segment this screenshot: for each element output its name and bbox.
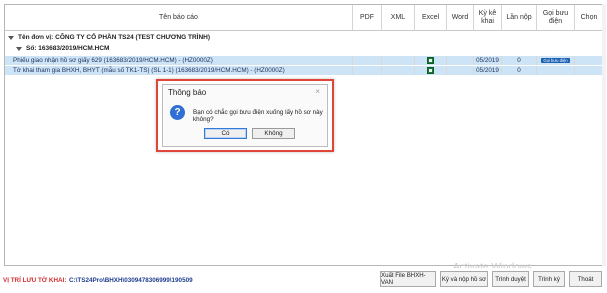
location-label: VỊ TRÍ LƯU TỜ KHAI:	[3, 277, 67, 284]
footer-bar: VỊ TRÍ LƯU TỜ KHAI: C:\TS24Pro\BHXH\0309…	[0, 268, 607, 293]
row-times: 0	[502, 66, 537, 75]
row-select[interactable]	[575, 66, 603, 75]
no-button[interactable]: Không	[252, 128, 295, 139]
sign-button[interactable]: Trình ký	[533, 271, 565, 287]
col-report-name[interactable]: Tên báo cáo	[5, 5, 353, 31]
col-pdf[interactable]: PDF	[353, 5, 382, 31]
group-company-label: Tên đơn vị: CÔNG TY CỔ PHẦN TS24 (TEST C…	[18, 34, 211, 41]
col-post[interactable]: Gọi bưu điện	[537, 5, 575, 31]
export-file-button[interactable]: Xuất File BHXH-VAN	[380, 271, 436, 287]
row-word	[447, 66, 474, 75]
row-report-name: Phiếu giao nhận hồ sơ giấy 629 (163683/2…	[5, 56, 353, 65]
exit-button[interactable]: Thoát	[569, 271, 602, 287]
dialog-message: Bạn có chắc gọi bưu điện xuống lấy hồ sơ…	[193, 109, 323, 123]
approve-button[interactable]: Trình duyệt	[492, 271, 529, 287]
col-word[interactable]: Word	[447, 5, 474, 31]
close-icon[interactable]: ×	[315, 87, 320, 96]
question-icon: ?	[170, 105, 185, 120]
dialog-title: Thông báo	[168, 88, 207, 97]
row-excel[interactable]	[415, 56, 447, 65]
post-call-button[interactable]: Gọi bưu điện	[541, 58, 570, 63]
yes-button[interactable]: Có	[204, 128, 247, 139]
sign-submit-button[interactable]: Ký và nộp hồ sơ	[440, 271, 488, 287]
dialog-body: Thông báo × ? Bạn có chắc gọi bưu điện x…	[162, 84, 328, 147]
vertical-scrollbar[interactable]	[602, 4, 606, 266]
row-xml	[382, 56, 415, 65]
col-select[interactable]: Chọn	[575, 5, 603, 31]
grid-header: Tên báo cáo PDF XML Excel Word Kỳ kê kha…	[5, 5, 603, 31]
row-period: 05/2019	[474, 66, 502, 75]
row-pdf	[353, 66, 382, 75]
row-period: 05/2019	[474, 56, 502, 65]
col-xml[interactable]: XML	[382, 5, 415, 31]
row-report-name: Tờ khai tham gia BHXH, BHYT (mẫu số TK1-…	[5, 66, 353, 75]
group-number[interactable]: Số: 163683/2019/HCM.HCM	[5, 43, 603, 54]
table-row[interactable]: Tờ khai tham gia BHXH, BHYT (mẫu số TK1-…	[5, 66, 603, 75]
row-times: 0	[502, 56, 537, 65]
col-times[interactable]: Lần nộp	[502, 5, 537, 31]
location-path[interactable]: C:\TS24Pro\BHXH\0309478306999\190509	[69, 277, 193, 284]
excel-icon[interactable]	[427, 57, 434, 64]
row-post	[537, 66, 575, 75]
row-pdf	[353, 56, 382, 65]
group-company[interactable]: Tên đơn vị: CÔNG TY CỔ PHẦN TS24 (TEST C…	[5, 32, 603, 43]
group-number-label: Số: 163683/2019/HCM.HCM	[26, 45, 110, 52]
col-excel[interactable]: Excel	[415, 5, 447, 31]
confirm-dialog: Thông báo × ? Bạn có chắc gọi bưu điện x…	[156, 79, 334, 152]
row-xml	[382, 66, 415, 75]
row-word	[447, 56, 474, 65]
excel-icon[interactable]	[427, 67, 434, 74]
col-period[interactable]: Kỳ kê khai	[474, 5, 502, 31]
row-select[interactable]	[575, 56, 603, 65]
collapse-icon[interactable]	[8, 35, 14, 40]
row-post[interactable]: Gọi bưu điện	[537, 56, 575, 65]
collapse-icon[interactable]	[16, 46, 22, 51]
table-row[interactable]: Phiếu giao nhận hồ sơ giấy 629 (163683/2…	[5, 56, 603, 65]
row-excel[interactable]	[415, 66, 447, 75]
